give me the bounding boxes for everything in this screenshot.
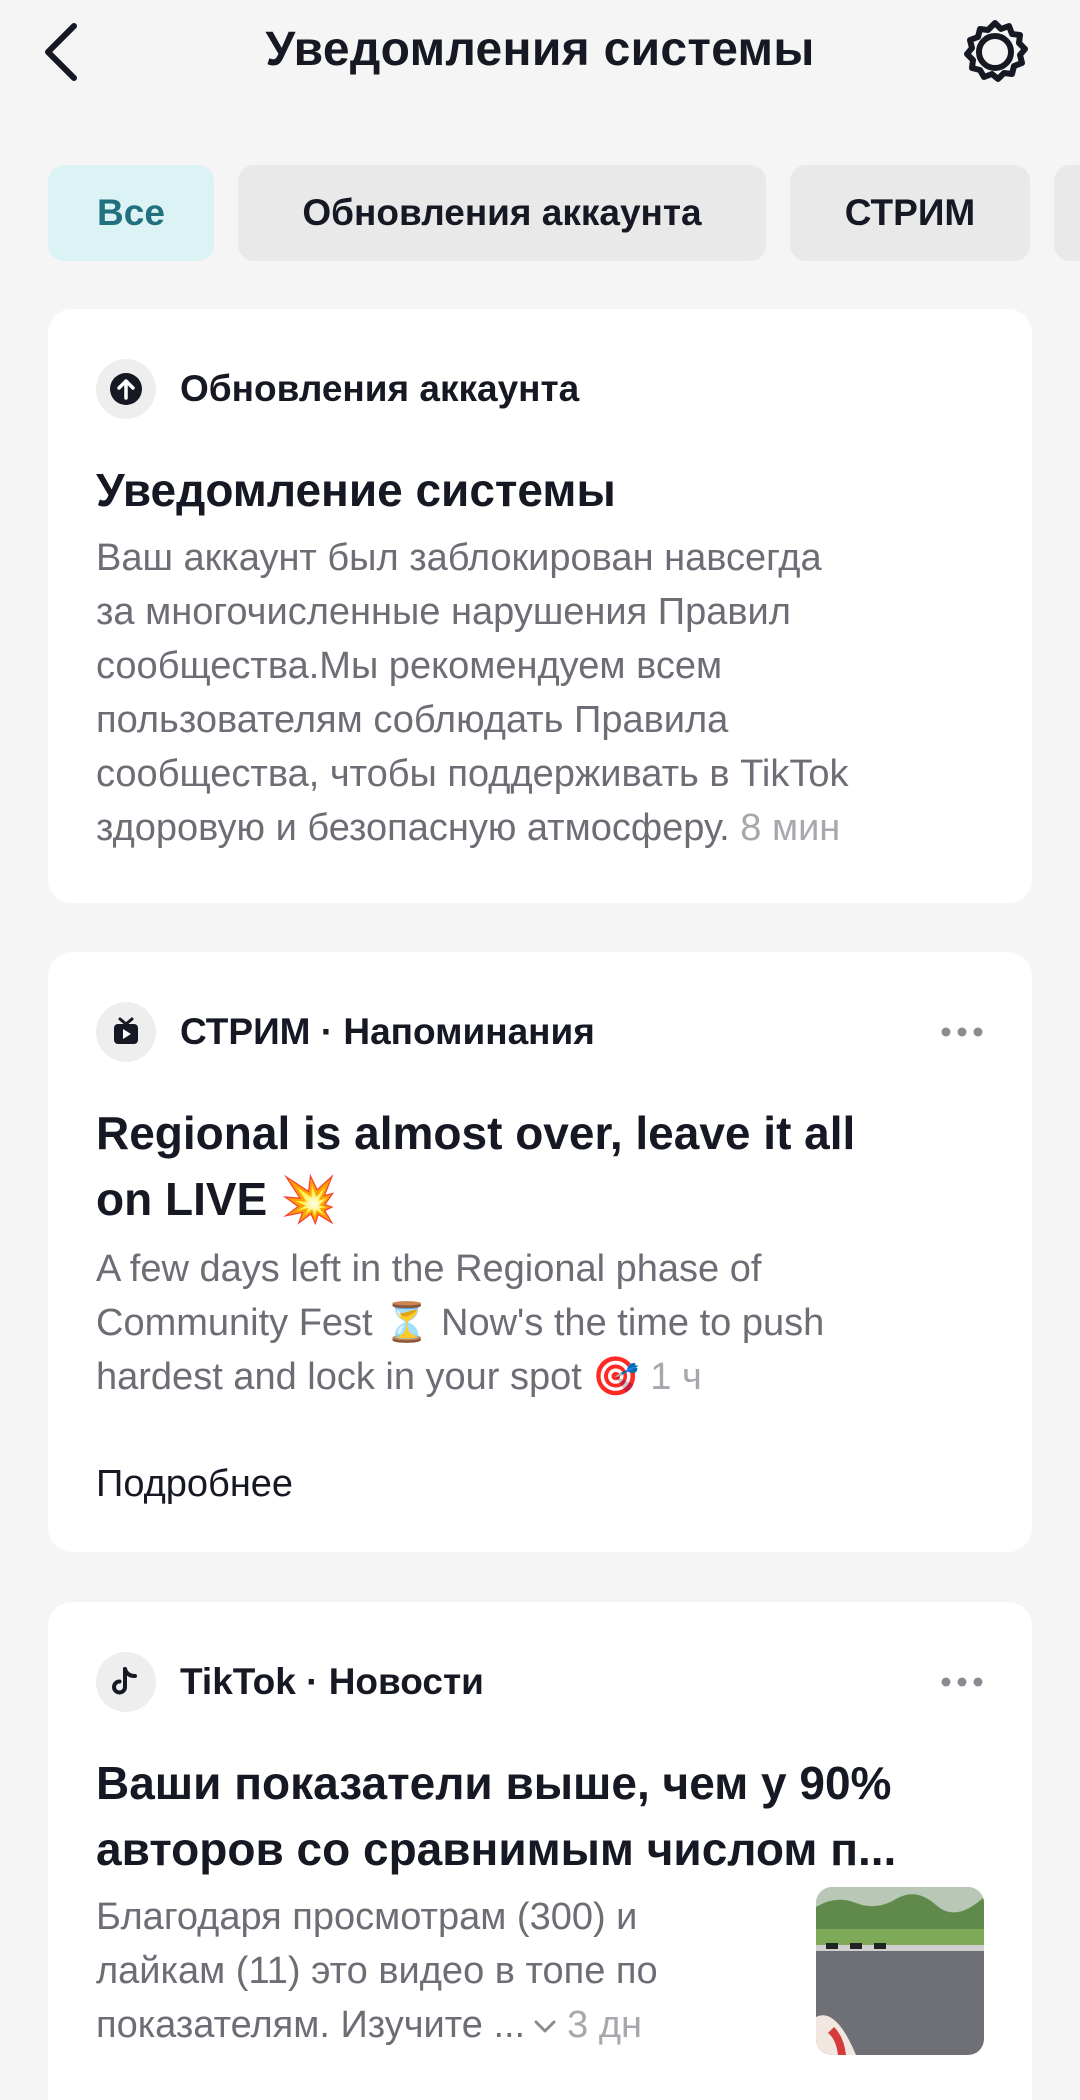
body-line: показателям. Изучите ... 3 дн (96, 1998, 772, 2052)
title-line: авторов со сравнимым числом п... (96, 1823, 897, 1875)
header: Уведомления системы (0, 0, 1080, 105)
body-line: Community Fest ⏳ Now's the time to push (96, 1302, 825, 1344)
title-line: on LIVE 💥 (96, 1173, 338, 1225)
body-line: за многочисленные нарушения Правил (96, 591, 791, 633)
more-options-button[interactable] (932, 1012, 992, 1052)
page-title: Уведомления системы (265, 23, 815, 76)
notification-card[interactable]: СТРИМ · Напоминания Regional is almost o… (48, 952, 1032, 1552)
body-line: Ваш аккаунт был заблокирован навсегда (96, 537, 822, 579)
body-text: hardest and lock in your spot 🎯 (96, 1356, 640, 1398)
card-title: Ваши показатели выше, чем у 90% авторов … (96, 1750, 986, 1882)
timestamp: 1 ч (650, 1356, 702, 1398)
details-link[interactable]: Подробнее (96, 1457, 293, 1511)
card-body: Благодаря просмотрам (300) и лайкам (11)… (96, 1890, 772, 2052)
timestamp: 8 мин (740, 807, 841, 849)
category-badge (96, 1002, 156, 1062)
card-category: Обновления аккаунта (180, 368, 580, 409)
more-horizontal-icon (941, 1677, 983, 1687)
card-header: TikTok · Новости (96, 1652, 992, 1712)
body-line: пользователям соблюдать Правила (96, 699, 729, 741)
card-body: Ваш аккаунт был заблокирован навсегда за… (96, 531, 986, 855)
card-header: СТРИМ · Напоминания (96, 1002, 992, 1062)
notification-card[interactable]: TikTok · Новости Ваши показатели выше, ч… (48, 1602, 1032, 2100)
body-line: hardest and lock in your spot 🎯 1 ч (96, 1350, 986, 1404)
tab-stream[interactable]: СТРИМ (790, 165, 1030, 261)
card-title: Уведомление системы (96, 464, 616, 516)
category-badge (96, 1652, 156, 1712)
live-tv-icon (114, 1017, 138, 1044)
body-line: лайкам (11) это видео в топе по (96, 1950, 658, 1992)
settings-button[interactable] (955, 14, 1035, 90)
tab-more[interactable] (1054, 165, 1080, 261)
card-body: A few days left in the Regional phase of… (96, 1242, 986, 1404)
title-line: Regional is almost over, leave it all (96, 1107, 856, 1159)
category-badge (96, 359, 156, 419)
notification-card[interactable]: Обновления аккаунта Уведомление системы … (48, 309, 1032, 903)
body-line: сообщества, чтобы поддерживать в TikTok (96, 753, 849, 795)
body-text: здоровую и безопасную атмосферу. (96, 807, 730, 849)
timestamp: 3 дн (567, 2004, 642, 2046)
chevron-down-icon[interactable] (531, 2017, 559, 2037)
title-line: Ваши показатели выше, чем у 90% (96, 1757, 892, 1809)
filter-tabs: Все Обновления аккаунта СТРИМ (48, 165, 1080, 261)
card-title: Regional is almost over, leave it all on… (96, 1100, 986, 1232)
card-header: Обновления аккаунта (96, 359, 992, 419)
body-line: Благодаря просмотрам (300) и (96, 1896, 638, 1938)
video-thumbnail[interactable] (816, 1887, 984, 2055)
card-category: СТРИМ · Напоминания (180, 1011, 595, 1052)
tab-account-updates[interactable]: Обновления аккаунта (238, 165, 766, 261)
arrow-up-circle-icon (110, 373, 142, 405)
more-horizontal-icon (941, 1027, 983, 1037)
body-line: здоровую и безопасную атмосферу. 8 мин (96, 801, 986, 855)
tab-all[interactable]: Все (48, 165, 214, 261)
body-text: показателям. Изучите ... (96, 2004, 526, 2046)
card-category: TikTok · Новости (180, 1661, 484, 1702)
gear-icon (964, 20, 1028, 82)
body-line: A few days left in the Regional phase of (96, 1248, 762, 1290)
more-options-button[interactable] (932, 1662, 992, 1702)
body-line: сообщества.Мы рекомендуем всем (96, 645, 723, 687)
tiktok-note-icon (112, 1667, 137, 1695)
